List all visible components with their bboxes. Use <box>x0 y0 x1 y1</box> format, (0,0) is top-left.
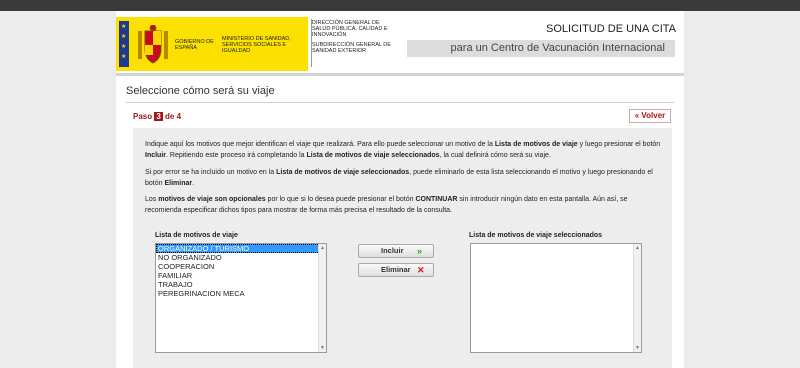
app-subtitle: para un Centro de Vacunación Internacion… <box>407 40 675 57</box>
scroll-down-icon[interactable]: ▼ <box>635 345 640 351</box>
step-total: de 4 <box>165 112 182 121</box>
listbox-scrollbar[interactable]: ▲ ▼ <box>633 244 641 352</box>
instruction-paragraph-3: Los motivos de viaje son opcionales por … <box>145 196 628 214</box>
back-chevron-icon: « <box>634 111 640 120</box>
selected-listbox[interactable]: ▲ ▼ <box>470 243 642 353</box>
coat-of-arms-icon <box>138 25 168 64</box>
incluir-button-label: Incluir <box>381 246 404 255</box>
back-button-label: Volver <box>641 111 666 120</box>
page-title: Seleccione cómo será su viaje <box>126 85 275 97</box>
browser-top-bar <box>0 0 800 11</box>
scroll-up-icon[interactable]: ▲ <box>320 245 325 251</box>
list-item[interactable]: COOPERACION <box>156 262 326 271</box>
subdireccion-text: SUBDIRECCIÓN GENERAL DE SANIDAD EXTERIOR <box>312 41 391 54</box>
list-item[interactable]: ORGANIZADO / TURISMO <box>156 244 326 253</box>
instruction-paragraph-2: Si por error se ha incluido un motivo en… <box>145 169 653 187</box>
double-chevron-right-icon: » <box>417 246 423 256</box>
eliminar-button-label: Eliminar <box>381 265 411 274</box>
eliminar-button[interactable]: Eliminar ✕ <box>358 263 434 277</box>
scroll-down-icon[interactable]: ▼ <box>320 345 325 351</box>
delete-x-icon: ✕ <box>417 265 425 275</box>
ministerio-text: MINISTERIO DE SANIDAD, SERVICIOS SOCIALE… <box>222 36 291 54</box>
eu-flag-icon: ★ ★ ★ ★ <box>119 21 129 67</box>
list-item[interactable]: PEREGRINACION MECA <box>156 289 326 298</box>
motivos-list-label: Lista de motivos de viaje <box>155 232 238 239</box>
step-indicator: Paso 3 de 4 <box>133 112 181 121</box>
list-item[interactable]: FAMILIAR <box>156 271 326 280</box>
listbox-scrollbar[interactable]: ▲ ▼ <box>318 244 326 352</box>
back-button[interactable]: « Volver <box>629 109 671 123</box>
title-divider <box>126 102 674 103</box>
list-item[interactable]: TRABAJO <box>156 280 326 289</box>
content-box: Indique aquí los motivos que mejor ident… <box>133 128 672 368</box>
selected-list-label: Lista de motivos de viaje seleccionados <box>469 232 603 239</box>
direccion-general-text: DIRECCIÓN GENERAL DE SALUD PÚBLICA, CALI… <box>312 20 392 54</box>
motivos-listbox[interactable]: ORGANIZADO / TURISMO NO ORGANIZADO COOPE… <box>155 243 327 353</box>
direccion-text: DIRECCIÓN GENERAL DE SALUD PÚBLICA, CALI… <box>312 20 388 39</box>
instruction-paragraph-1: Indique aquí los motivos que mejor ident… <box>145 141 661 159</box>
header: ★ ★ ★ ★ GOBIERNO DE ESPAÑA MINISTERIO DE SA… <box>116 11 684 73</box>
gobierno-text: GOBIERNO DE ESPAÑA <box>175 39 214 51</box>
incluir-button[interactable]: Incluir » <box>358 244 434 258</box>
step-label: Paso <box>133 112 153 121</box>
government-logo-block: ★ ★ ★ ★ GOBIERNO DE ESPAÑA MINISTERIO DE SA… <box>116 17 308 71</box>
app-title: SOLICITUD DE UNA CITA <box>546 23 676 35</box>
main-panel: Seleccione cómo será su viaje Paso 3 de … <box>116 76 684 368</box>
scroll-up-icon[interactable]: ▲ <box>635 245 640 251</box>
list-item[interactable]: NO ORGANIZADO <box>156 253 326 262</box>
step-number: 3 <box>154 112 163 121</box>
